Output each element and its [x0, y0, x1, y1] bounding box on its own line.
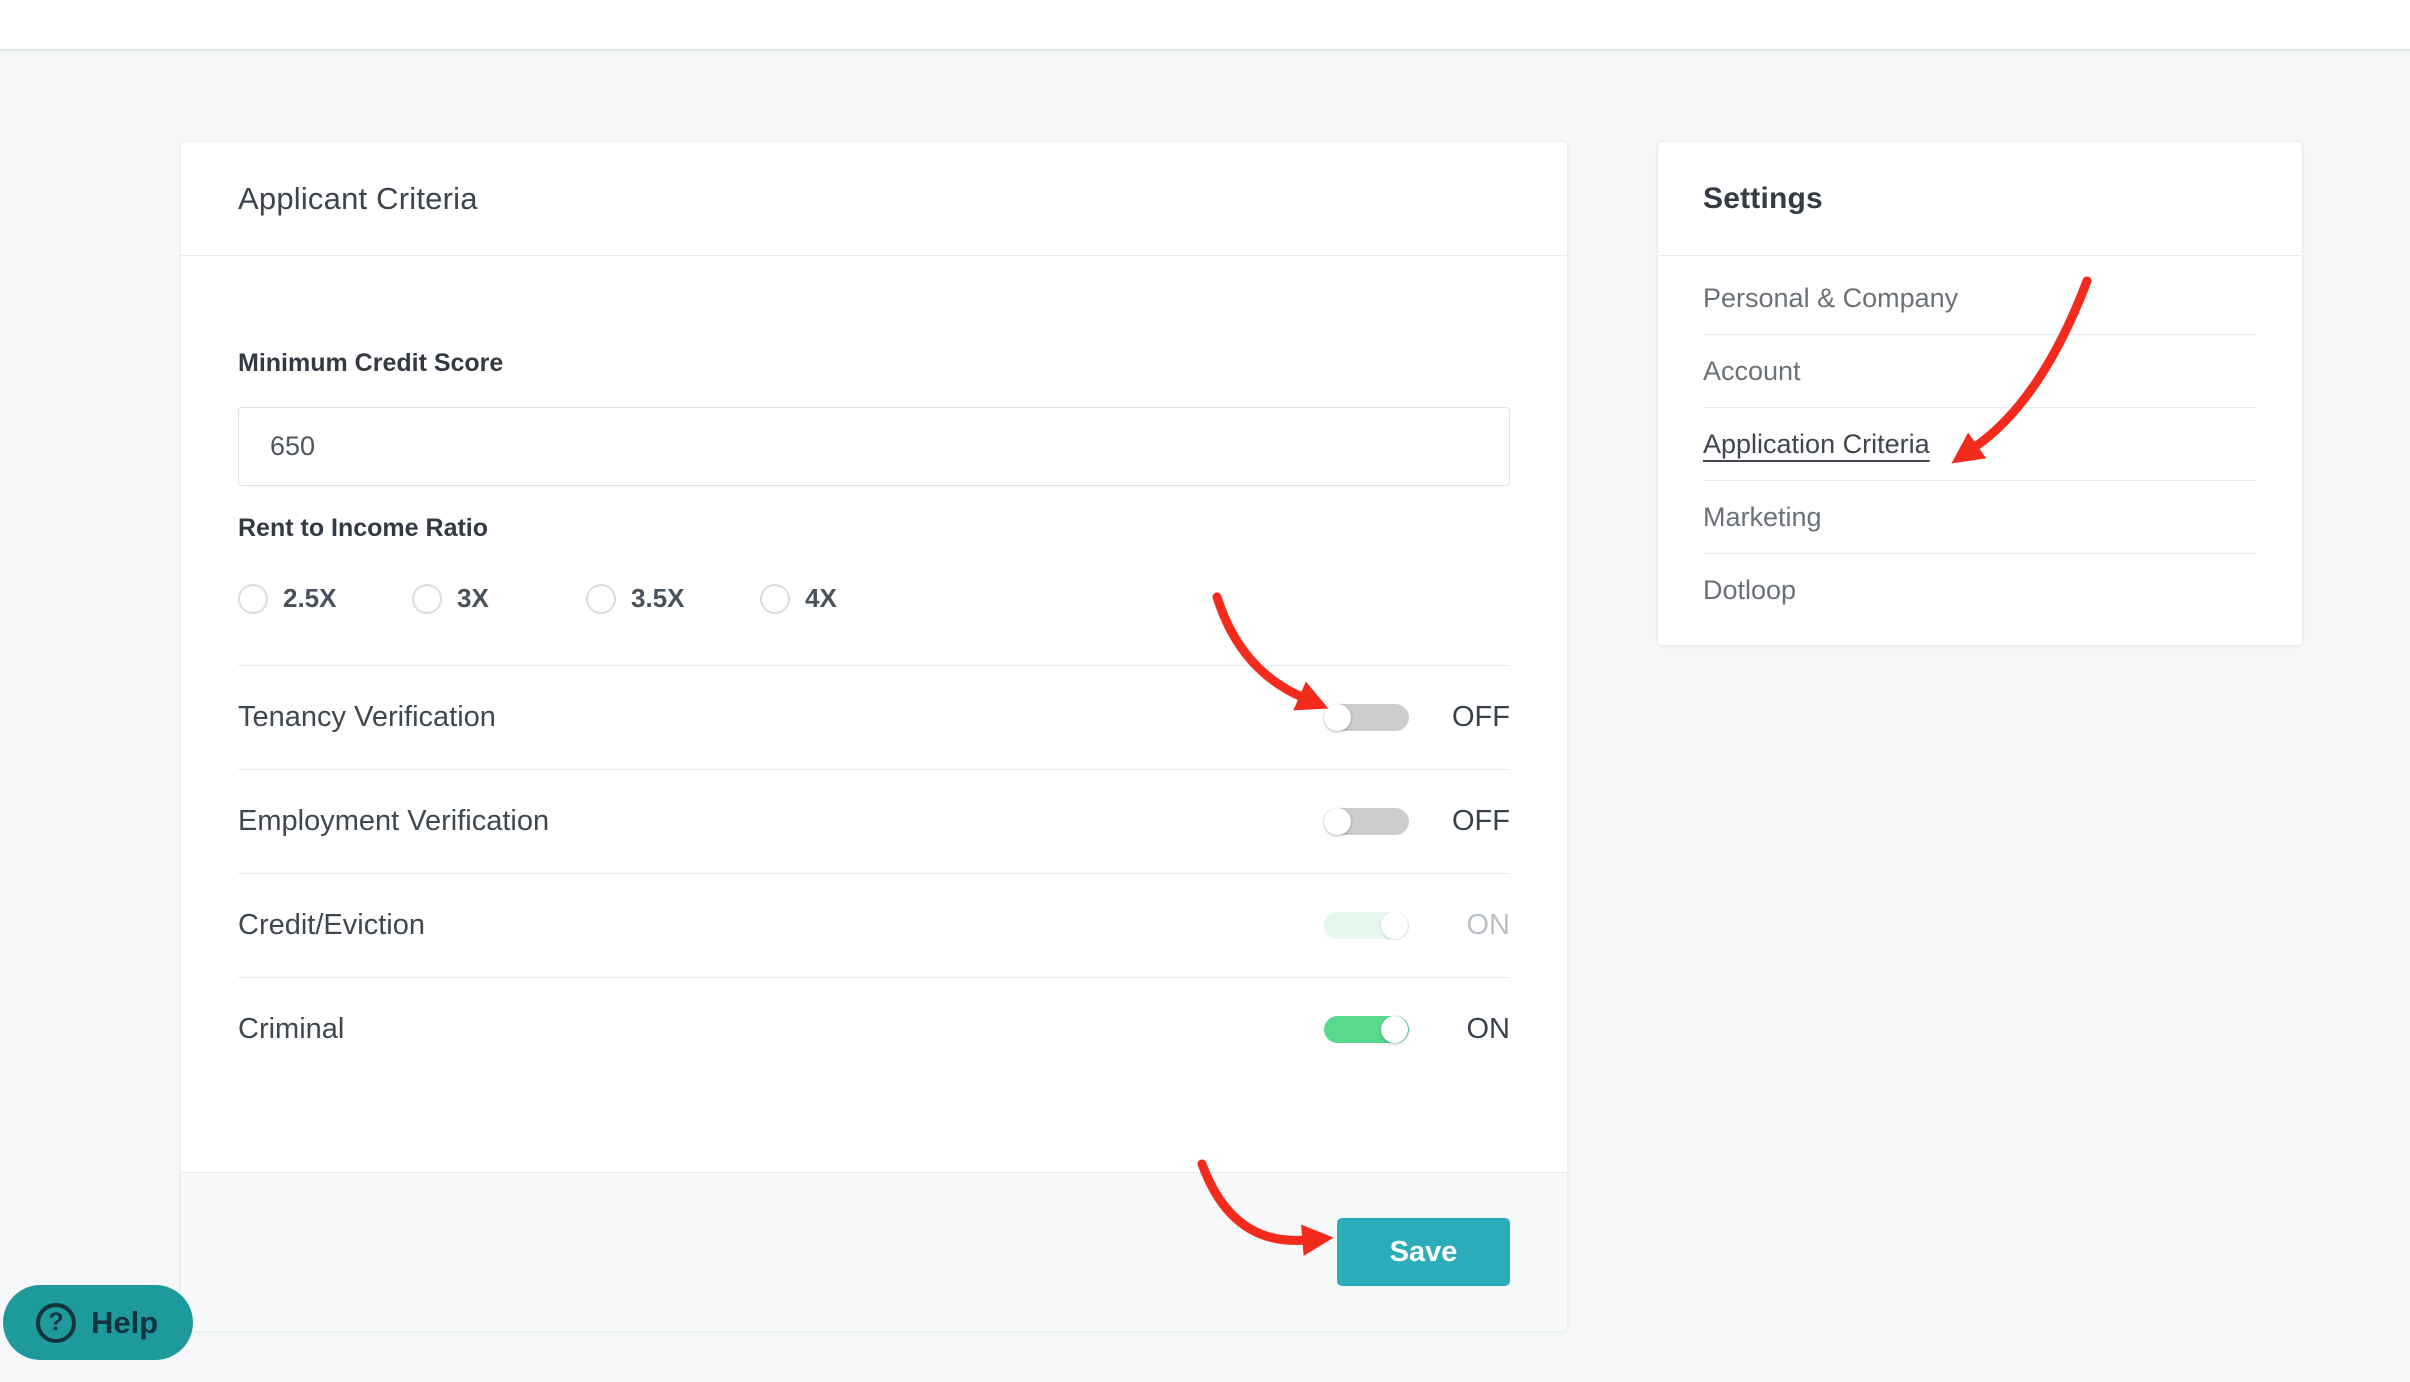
radio-button-icon[interactable] — [412, 583, 442, 614]
toggle-state-label: ON — [1466, 1013, 1511, 1045]
rent-ratio-radio-group: 2.5X 3X 3.5X 4X — [238, 583, 1510, 614]
radio-option-3-5x[interactable]: 3.5X — [586, 583, 760, 614]
settings-item-personal-company[interactable]: Personal & Company — [1703, 262, 2257, 335]
radio-label: 3X — [457, 583, 489, 613]
radio-option-4x[interactable]: 4X — [760, 583, 934, 614]
toggle-row-employment-verification: Employment Verification OFF — [238, 769, 1510, 873]
verification-toggle-list: Tenancy Verification OFF Employment Veri… — [238, 665, 1510, 1081]
radio-option-3x[interactable]: 3X — [412, 583, 586, 614]
settings-item-application-criteria[interactable]: Application Criteria — [1703, 408, 2257, 481]
toggle-knob — [1324, 704, 1351, 731]
settings-item-account[interactable]: Account — [1703, 335, 2257, 408]
applicant-card-header: Applicant Criteria — [181, 142, 1567, 256]
settings-card: Settings Personal & Company Account Appl… — [1657, 141, 2303, 646]
help-button-label: Help — [91, 1304, 159, 1340]
toggle-row-label: Credit/Eviction — [238, 909, 425, 941]
toggle-knob — [1324, 808, 1351, 835]
toggle-state-label: ON — [1466, 909, 1511, 941]
toggle-state-label: OFF — [1452, 701, 1510, 733]
radio-button-icon[interactable] — [586, 583, 616, 614]
rent-to-income-ratio-label: Rent to Income Ratio — [238, 514, 489, 542]
top-bar — [0, 0, 2410, 51]
applicant-card-title: Applicant Criteria — [238, 180, 478, 216]
toggle-row-tenancy-verification: Tenancy Verification OFF — [238, 665, 1510, 769]
settings-nav: Personal & Company Account Application C… — [1658, 256, 2302, 627]
toggle-row-label: Tenancy Verification — [238, 701, 496, 733]
applicant-card-footer: Save — [181, 1172, 1567, 1331]
toggle-knob — [1381, 912, 1408, 939]
applicant-criteria-card: Applicant Criteria Minimum Credit Score … — [180, 141, 1568, 1332]
radio-label: 3.5X — [631, 583, 685, 613]
employment-verification-toggle[interactable] — [1324, 808, 1409, 835]
help-button[interactable]: ? Help — [3, 1285, 193, 1360]
radio-label: 2.5X — [283, 583, 337, 613]
toggle-state-label: OFF — [1452, 805, 1510, 837]
radio-button-icon[interactable] — [760, 583, 790, 614]
minimum-credit-score-input[interactable] — [238, 407, 1510, 486]
minimum-credit-score-label: Minimum Credit Score — [238, 349, 504, 377]
radio-label: 4X — [805, 583, 837, 613]
settings-card-title: Settings — [1703, 181, 1823, 215]
criminal-toggle[interactable] — [1324, 1016, 1409, 1043]
toggle-knob — [1381, 1016, 1408, 1043]
settings-item-marketing[interactable]: Marketing — [1703, 481, 2257, 554]
settings-item-dotloop[interactable]: Dotloop — [1703, 554, 2257, 627]
settings-card-header: Settings — [1658, 142, 2302, 256]
radio-button-icon[interactable] — [238, 583, 268, 614]
applicant-card-body: Minimum Credit Score Rent to Income Rati… — [181, 348, 1567, 1081]
toggle-row-credit-eviction: Credit/Eviction ON — [238, 873, 1510, 977]
radio-option-2-5x[interactable]: 2.5X — [238, 583, 412, 614]
credit-eviction-toggle — [1324, 912, 1409, 939]
question-mark-icon: ? — [36, 1302, 76, 1343]
save-button[interactable]: Save — [1337, 1218, 1510, 1286]
toggle-row-criminal: Criminal ON — [238, 977, 1510, 1081]
toggle-row-label: Employment Verification — [238, 805, 550, 837]
toggle-row-label: Criminal — [238, 1013, 345, 1045]
tenancy-verification-toggle[interactable] — [1324, 704, 1409, 731]
